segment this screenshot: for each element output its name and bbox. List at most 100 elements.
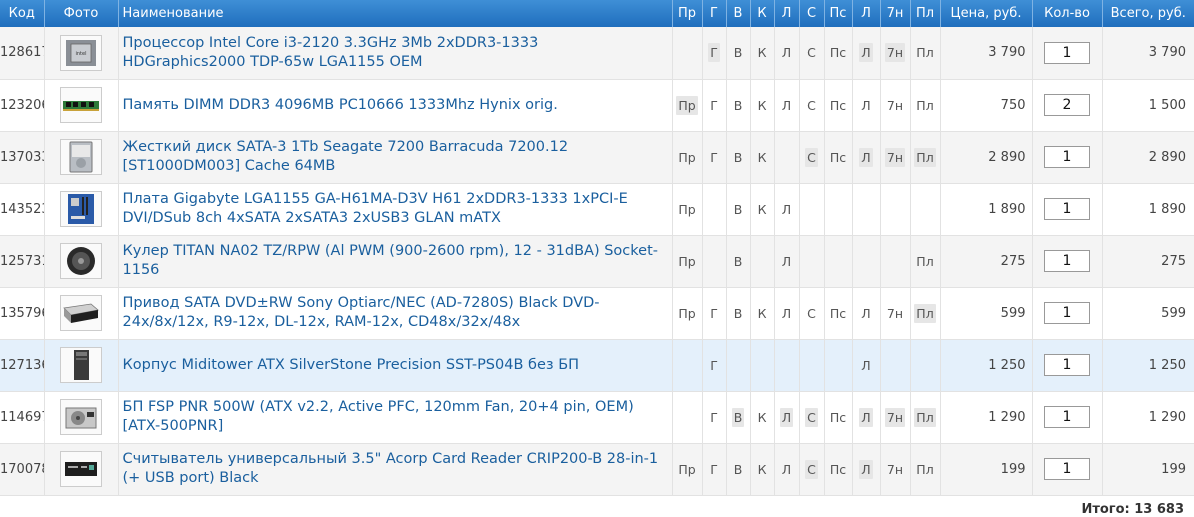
product-name-link[interactable]: Процессор Intel Core i3-2120 3.3GHz 3Mb … [123,35,539,70]
header-photo: Фото [44,0,119,27]
store-ps-availability: Пс [824,391,853,444]
product-code: 135796 [0,287,45,340]
store-pr-availability: Пр [672,443,703,496]
cpu-photo[interactable]: intel [60,34,102,71]
store-l2-availability: Л [852,79,881,132]
header-total[interactable]: Всего, руб. [1102,0,1194,27]
store-k-mark: К [757,45,767,61]
store-7n-availability [880,339,911,392]
store-7n-mark: 7н [884,147,906,167]
table-row: 123206 Память DIMM DDR3 4096MB PC10666 13… [0,79,1194,132]
product-name-link[interactable]: Кулер TITAN NA02 TZ/RPW (Al PWM (900-260… [123,243,659,278]
store-pr-mark: Пр [678,253,696,269]
product-code: 1700789 [0,443,45,496]
header-store-l: Л [774,0,800,27]
product-photo[interactable] [44,235,119,288]
quantity-input[interactable] [1044,198,1090,220]
store-pr-mark: Пр [676,95,698,115]
store-v-mark: В [733,253,743,269]
store-l-mark: Л [781,201,792,217]
quantity-input[interactable] [1044,302,1090,324]
store-pr-availability: Пр [672,183,703,236]
hdd-photo[interactable] [60,139,102,175]
store-v-mark: В [733,45,743,61]
card-reader-photo[interactable] [60,451,102,487]
product-price: 1 290 [940,391,1033,444]
product-name-link[interactable]: Память DIMM DDR3 4096MB PC10666 1333Mhz … [123,97,558,113]
product-photo[interactable] [44,287,119,340]
quantity-input[interactable] [1044,250,1090,272]
quantity-input[interactable] [1044,146,1090,168]
store-v-availability: В [726,79,751,132]
header-store-ps: Пс [824,0,853,27]
product-photo[interactable] [44,443,119,496]
store-7n-availability: 7н [880,79,911,132]
table-row: 135796 Привод SATA DVD±RW Sony Optiarc/NE… [0,287,1194,340]
store-g-mark: Г [710,461,718,477]
store-ps-mark: Пс [829,305,847,321]
store-pl-availability: Пл [910,27,941,80]
product-photo[interactable] [44,79,119,132]
quantity-input[interactable] [1044,94,1090,116]
store-pl-availability: Пл [910,287,941,340]
store-l2-availability [852,235,881,288]
product-name-link[interactable]: Считыватель универсальный 3.5" Acorp Car… [123,451,659,486]
product-photo[interactable]: intel [44,27,119,80]
dvd-drive-photo[interactable] [60,295,102,331]
svg-text:intel: intel [76,51,87,57]
table-row: 128617 intel Процессор Intel Core i3-2120 … [0,27,1194,80]
table-row: 114697 БП FSP PNR 500W (ATX v2.2, Active … [0,391,1194,444]
quantity-input[interactable] [1044,406,1090,428]
store-l-mark: Л [781,253,792,269]
product-name-link[interactable]: Жесткий диск SATA-3 1Tb Seagate 7200 Bar… [123,139,569,174]
store-l2-mark: Л [861,357,871,373]
product-photo[interactable] [44,131,119,184]
store-7n-availability: 7н [880,27,911,80]
store-l-mark: Л [781,461,792,477]
store-k-mark: К [757,409,767,425]
product-price: 599 [940,287,1033,340]
motherboard-photo[interactable] [60,191,102,227]
store-7n-mark: 7н [886,461,904,477]
store-g-availability: Г [702,79,727,132]
store-v-availability: В [726,131,751,184]
quantity-input[interactable] [1044,41,1090,64]
store-l2-availability: Л [852,339,881,392]
cart-body: 128617 intel Процессор Intel Core i3-2120 … [0,27,1194,496]
store-ps-availability [824,235,853,288]
header-price[interactable]: Цена, руб. [940,0,1033,27]
product-name-link[interactable]: Плата Gigabyte LGA1155 GA-H61MA-D3V H61 … [123,191,628,226]
store-k-mark: К [757,305,767,321]
header-code[interactable]: Код [0,0,45,27]
product-name-link[interactable]: БП FSP PNR 500W (ATX v2.2, Active PFC, 1… [123,399,634,434]
store-pl-mark: Пл [914,147,936,167]
ram-photo[interactable] [60,87,102,123]
quantity-input[interactable] [1044,458,1090,480]
header-name[interactable]: Наименование [118,0,673,27]
product-photo[interactable] [44,183,119,236]
product-name-link[interactable]: Привод SATA DVD±RW Sony Optiarc/NEC (AD-… [123,295,600,330]
store-s-mark: С [805,459,818,479]
store-ps-availability: Пс [824,443,853,496]
cooler-photo[interactable] [60,243,102,279]
store-s-availability [799,183,825,236]
product-photo[interactable] [44,391,119,444]
store-pl-availability [910,339,941,392]
quantity-input[interactable] [1044,354,1090,376]
product-photo[interactable] [44,339,119,392]
store-ps-mark: Пс [829,149,847,165]
case-photo[interactable] [60,347,102,383]
product-code: 125731 [0,235,45,288]
store-s-availability: С [799,79,825,132]
store-g-mark: Г [710,357,718,373]
product-total: 599 [1102,287,1194,340]
psu-photo[interactable] [60,399,102,435]
store-k-availability: К [750,79,775,132]
store-l2-availability: Л [852,27,881,80]
store-l2-mark: Л [859,43,873,63]
store-g-availability [702,183,727,236]
store-s-mark: С [807,305,816,321]
store-v-mark: В [733,305,743,321]
product-name-link[interactable]: Корпус Miditower ATX SilverStone Precisi… [123,357,580,373]
store-l-mark: Л [781,45,792,61]
